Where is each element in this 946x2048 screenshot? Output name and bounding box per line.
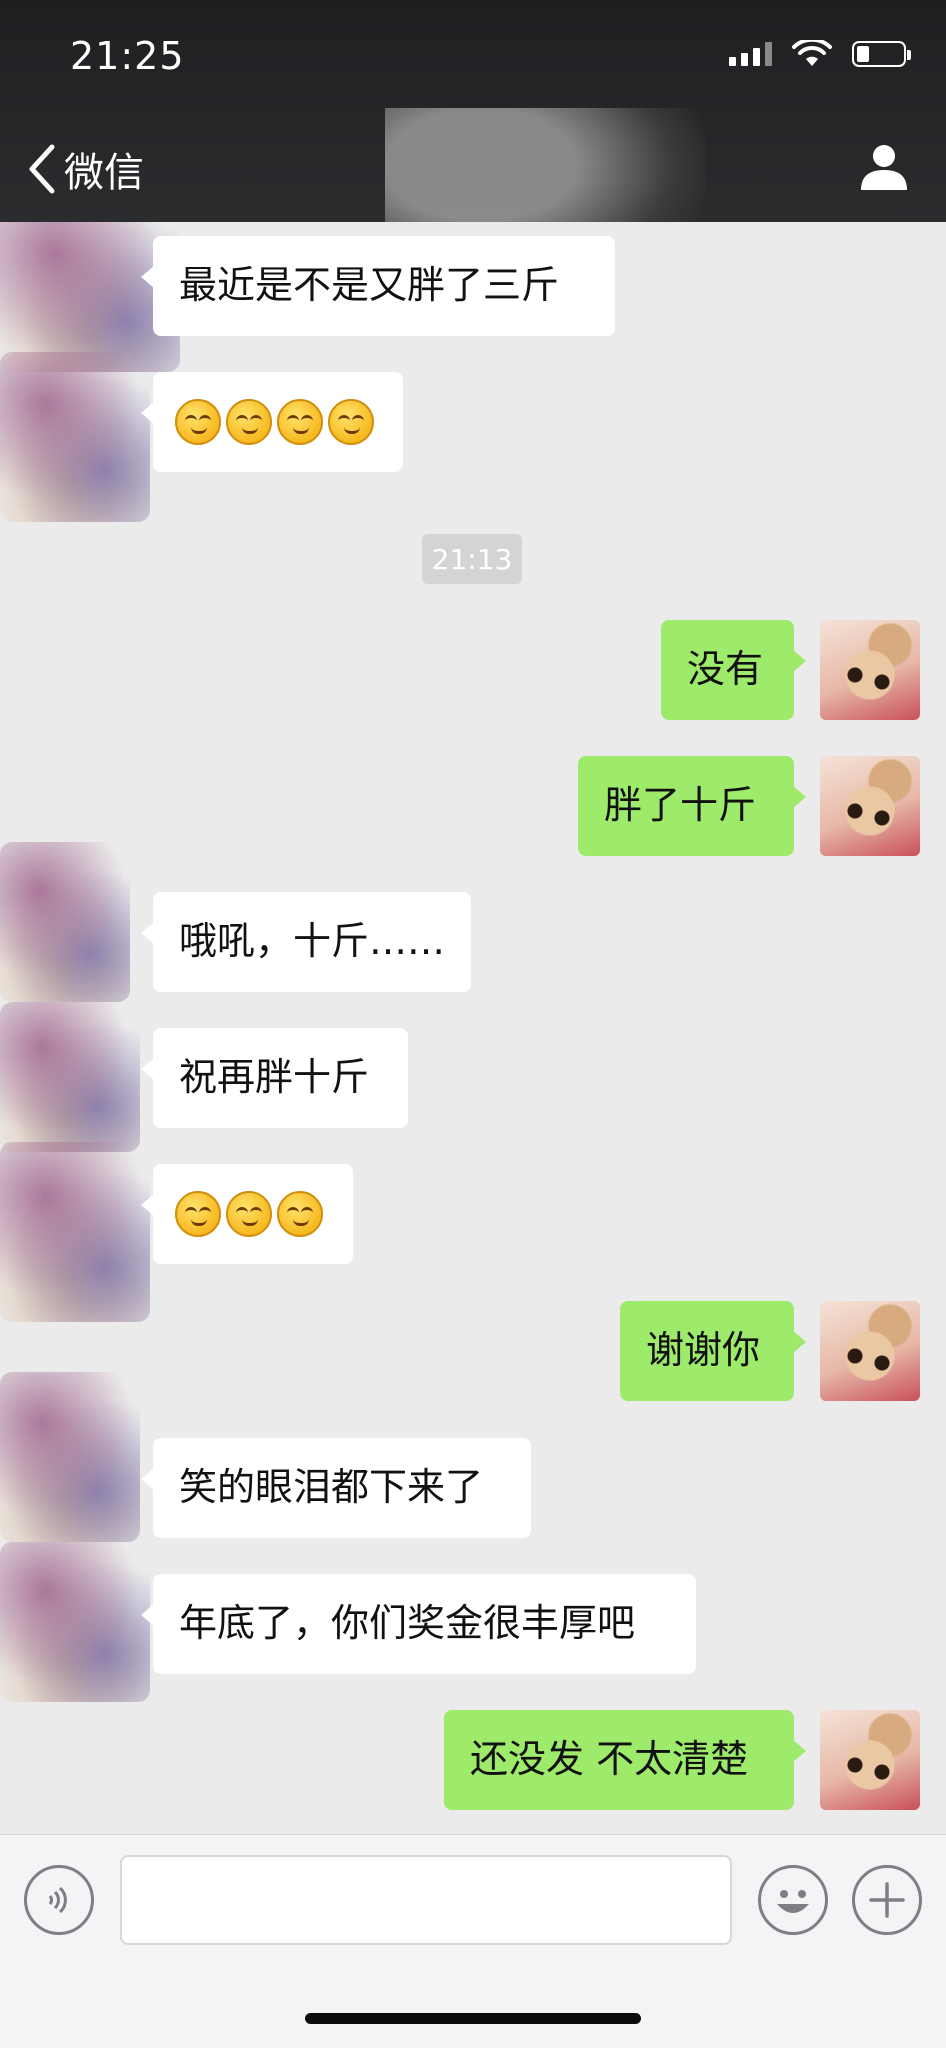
message-text: 谢谢你 <box>646 1328 761 1373</box>
message-bubble-outgoing[interactable]: 胖了十斤 <box>578 756 806 856</box>
message-bubble-incoming[interactable]: 年底了，你们奖金很丰厚吧 <box>141 1574 696 1674</box>
home-indicator <box>305 2013 641 2024</box>
chevron-left-icon <box>29 144 55 194</box>
contact-avatar[interactable] <box>0 1002 140 1152</box>
emoji-button[interactable] <box>758 1865 828 1935</box>
message-bubble-incoming[interactable]: 最近是不是又胖了三斤 <box>141 236 615 336</box>
contact-avatar[interactable] <box>0 1142 150 1322</box>
message-text: 还没发 不太清楚 <box>470 1737 749 1782</box>
message-bubble-incoming[interactable] <box>141 1164 353 1264</box>
emoji-icon <box>777 1890 809 1913</box>
status-icons <box>729 40 911 68</box>
message-text: 笑的眼泪都下来了 <box>179 1465 484 1510</box>
add-icon <box>869 1882 905 1918</box>
contact-avatar[interactable] <box>0 1542 150 1702</box>
smirk-emoji <box>277 399 323 445</box>
message-text: 哦吼，十斤…… <box>179 919 446 964</box>
message-bubble-incoming[interactable]: 笑的眼泪都下来了 <box>141 1438 531 1538</box>
message-bubble-incoming[interactable] <box>141 372 403 472</box>
smirk-emoji <box>226 399 272 445</box>
message-text: 祝再胖十斤 <box>179 1055 370 1100</box>
smirk-emoji <box>175 399 221 445</box>
wifi-icon <box>792 40 832 66</box>
message-bubble-outgoing[interactable]: 谢谢你 <box>620 1301 806 1401</box>
top-bar: 21:25 微信 <box>0 0 946 298</box>
my-avatar[interactable] <box>820 620 920 720</box>
grin-emoji <box>226 1191 272 1237</box>
signal-icon <box>729 42 772 66</box>
chat-timestamp: 21:13 <box>422 534 522 584</box>
message-bubble-outgoing[interactable]: 没有 <box>661 620 806 720</box>
status-time: 21:25 <box>70 34 185 78</box>
my-avatar[interactable] <box>820 1301 920 1401</box>
message-text: 最近是不是又胖了三斤 <box>179 263 560 308</box>
message-bubble-outgoing[interactable]: 还没发 不太清楚 <box>444 1710 806 1810</box>
add-button[interactable] <box>852 1865 922 1935</box>
message-input[interactable] <box>120 1855 732 1945</box>
back-label: 微信 <box>64 150 144 196</box>
input-bar <box>0 1834 946 2048</box>
back-button[interactable]: 微信 <box>24 140 144 198</box>
contact-avatar[interactable] <box>0 1372 140 1542</box>
grin-emoji <box>175 1191 221 1237</box>
my-avatar[interactable] <box>820 1710 920 1810</box>
message-text: 没有 <box>687 647 764 692</box>
my-avatar[interactable] <box>820 756 920 856</box>
battery-icon <box>852 41 911 67</box>
message-text: 年底了，你们奖金很丰厚吧 <box>179 1601 636 1646</box>
person-icon[interactable] <box>858 140 910 192</box>
contact-avatar[interactable] <box>0 842 130 1002</box>
voice-icon <box>48 1886 67 1914</box>
message-bubble-incoming[interactable]: 哦吼，十斤…… <box>141 892 471 992</box>
voice-button[interactable] <box>24 1865 94 1935</box>
grin-emoji <box>277 1191 323 1237</box>
message-text: 胖了十斤 <box>604 783 757 828</box>
smirk-emoji <box>328 399 374 445</box>
chat-area[interactable]: 最近是不是又胖了三斤 21:13 没有 胖了十斤 哦吼，十斤…… 祝再胖十斤 谢… <box>0 222 946 1834</box>
message-bubble-incoming[interactable]: 祝再胖十斤 <box>141 1028 408 1128</box>
contact-avatar[interactable] <box>0 352 150 522</box>
